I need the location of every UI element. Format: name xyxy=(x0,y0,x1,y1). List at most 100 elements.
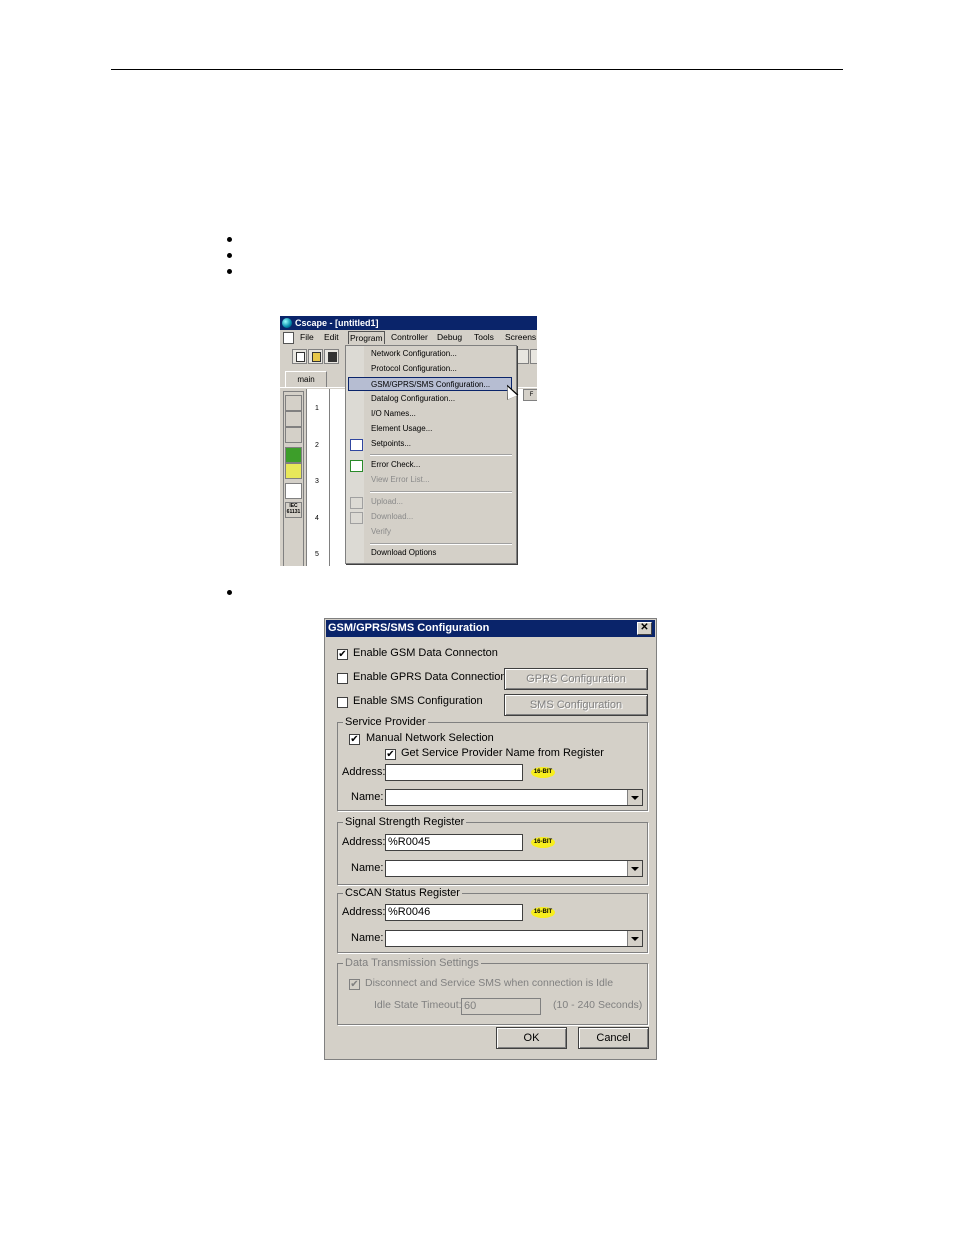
name-label: Name: xyxy=(351,932,384,944)
row-number: 1 xyxy=(315,405,319,412)
document-icon[interactable] xyxy=(283,332,294,344)
app-title: Cscape - [untitled1] xyxy=(295,318,379,328)
signal-strength-group: Signal Strength Register Address: %R0045… xyxy=(337,816,648,885)
menu-item-view-error-list[interactable]: View Error List... xyxy=(371,473,430,487)
cscan-status-title: CsCAN Status Register xyxy=(343,887,462,899)
signal-strength-title: Signal Strength Register xyxy=(343,816,467,828)
toolbar-button-right-2-icon[interactable] xyxy=(530,349,537,364)
menu-file[interactable]: File xyxy=(300,330,314,344)
pointer-tool-icon[interactable] xyxy=(285,395,302,411)
menu-edit[interactable]: Edit xyxy=(324,330,339,344)
bullet-3 xyxy=(227,269,232,274)
16-bit-badge: 16-BIT xyxy=(531,907,555,918)
row-number: 4 xyxy=(315,515,319,522)
menu-item-upload[interactable]: Upload... xyxy=(371,495,403,509)
app-titlebar: Cscape - [untitled1] xyxy=(280,316,537,330)
get-provider-name-label: Get Service Provider Name from Register xyxy=(401,747,604,759)
gsm-config-dialog: GSM/GPRS/SMS Configuration ✕ ✔ Enable GS… xyxy=(324,618,657,1060)
menu-item-datalog-configuration[interactable]: Datalog Configuration... xyxy=(371,392,455,406)
bullet-4 xyxy=(227,590,232,595)
open-folder-icon[interactable] xyxy=(308,349,323,364)
close-icon[interactable]: ✕ xyxy=(637,622,652,635)
enable-gprs-checkbox[interactable] xyxy=(337,673,348,684)
new-file-icon[interactable] xyxy=(292,349,307,364)
idle-timeout-input[interactable]: 60 xyxy=(461,998,541,1015)
menu-item-setpoints[interactable]: Setpoints... xyxy=(371,437,411,451)
signal-strength-name-select[interactable] xyxy=(385,860,643,877)
menu-item-download[interactable]: Download... xyxy=(371,510,413,524)
name-label: Name: xyxy=(351,791,384,803)
get-provider-name-checkbox[interactable]: ✔ xyxy=(385,749,396,760)
iec-61131-icon[interactable]: IEC 61131 xyxy=(285,502,302,518)
setpoints-icon xyxy=(350,439,363,451)
program-menu-dropdown: Network Configuration... Protocol Config… xyxy=(345,345,517,564)
menu-item-gsm-gprs-sms-configuration[interactable]: GSM/GPRS/SMS Configuration... xyxy=(348,377,512,391)
lasso-tool-icon[interactable] xyxy=(285,411,302,427)
menu-debug[interactable]: Debug xyxy=(437,330,462,344)
16-bit-badge: 16-BIT xyxy=(531,837,555,848)
menu-tools[interactable]: Tools xyxy=(474,330,494,344)
data-transmission-title: Data Transmission Settings xyxy=(343,957,481,969)
cscan-status-group: CsCAN Status Register Address: %R0046 16… xyxy=(337,887,648,953)
function-block-icon[interactable] xyxy=(285,483,302,499)
manual-network-checkbox[interactable]: ✔ xyxy=(349,734,360,745)
menu-controller[interactable]: Controller xyxy=(391,330,428,344)
menu-program[interactable]: Program xyxy=(348,331,385,344)
signal-strength-address-input[interactable]: %R0045 xyxy=(385,834,523,851)
save-icon[interactable] xyxy=(324,349,339,364)
sms-configuration-button[interactable]: SMS Configuration xyxy=(504,694,648,716)
coil-tool-icon[interactable] xyxy=(285,463,302,479)
disconnect-idle-checkbox[interactable]: ✔ xyxy=(349,979,360,990)
ladder-rail xyxy=(329,389,330,566)
dialog-titlebar: GSM/GPRS/SMS Configuration ✕ xyxy=(326,620,655,637)
address-label: Address: xyxy=(342,836,386,848)
menu-item-protocol-configuration[interactable]: Protocol Configuration... xyxy=(371,362,457,376)
menu-separator xyxy=(370,454,512,456)
menu-item-io-names[interactable]: I/O Names... xyxy=(371,407,416,421)
bullet-1 xyxy=(227,237,232,242)
menu-item-element-usage[interactable]: Element Usage... xyxy=(371,422,432,436)
contact-tool-icon[interactable] xyxy=(285,447,302,463)
data-transmission-group: Data Transmission Settings ✔ Disconnect … xyxy=(337,957,648,1025)
tab-main[interactable]: main xyxy=(285,371,327,388)
enable-sms-label: Enable SMS Configuration xyxy=(353,695,483,707)
chevron-down-icon[interactable] xyxy=(627,861,642,876)
cscan-status-name-select[interactable] xyxy=(385,930,643,947)
service-provider-address-input[interactable] xyxy=(385,764,523,781)
enable-gsm-checkbox[interactable]: ✔ xyxy=(337,649,348,660)
enable-gsm-label: Enable GSM Data Connecton xyxy=(353,647,498,659)
service-provider-name-select[interactable] xyxy=(385,789,643,806)
enable-gprs-label: Enable GPRS Data Connection xyxy=(353,671,507,683)
idle-timeout-range: (10 - 240 Seconds) xyxy=(553,999,643,1011)
menu-item-download-options[interactable]: Download Options xyxy=(371,546,436,560)
download-icon xyxy=(350,512,363,524)
chevron-down-icon[interactable] xyxy=(627,931,642,946)
menu-screens[interactable]: Screens xyxy=(505,330,536,344)
menu-item-network-configuration[interactable]: Network Configuration... xyxy=(371,347,457,361)
enable-sms-checkbox[interactable] xyxy=(337,697,348,708)
menu-separator xyxy=(370,491,512,493)
service-provider-title: Service Provider xyxy=(343,716,428,728)
manual-network-label: Manual Network Selection xyxy=(366,732,494,744)
16-bit-badge: 16-BIT xyxy=(531,767,555,778)
dialog-title: GSM/GPRS/SMS Configuration xyxy=(328,622,490,634)
menu-item-verify[interactable]: Verify xyxy=(371,525,391,539)
address-label: Address: xyxy=(342,766,386,778)
element-palette: IEC 61131 xyxy=(283,391,304,566)
address-label: Address: xyxy=(342,906,386,918)
name-label: Name: xyxy=(351,862,384,874)
cancel-button[interactable]: Cancel xyxy=(578,1027,649,1049)
ok-button[interactable]: OK xyxy=(496,1027,567,1049)
column-header-f: F xyxy=(523,389,537,401)
menu-bar: File Edit Program Controller Debug Tools… xyxy=(280,330,537,344)
cscape-logo-icon xyxy=(282,318,292,328)
wire-tool-icon[interactable] xyxy=(285,427,302,443)
row-number: 3 xyxy=(315,478,319,485)
gprs-configuration-button[interactable]: GPRS Configuration xyxy=(504,668,648,690)
service-provider-group: Service Provider ✔ Manual Network Select… xyxy=(337,716,648,811)
chevron-down-icon[interactable] xyxy=(627,790,642,805)
cscan-status-address-input[interactable]: %R0046 xyxy=(385,904,523,921)
menu-item-error-check[interactable]: Error Check... xyxy=(371,458,420,472)
row-number: 5 xyxy=(315,551,319,558)
row-number: 2 xyxy=(315,442,319,449)
